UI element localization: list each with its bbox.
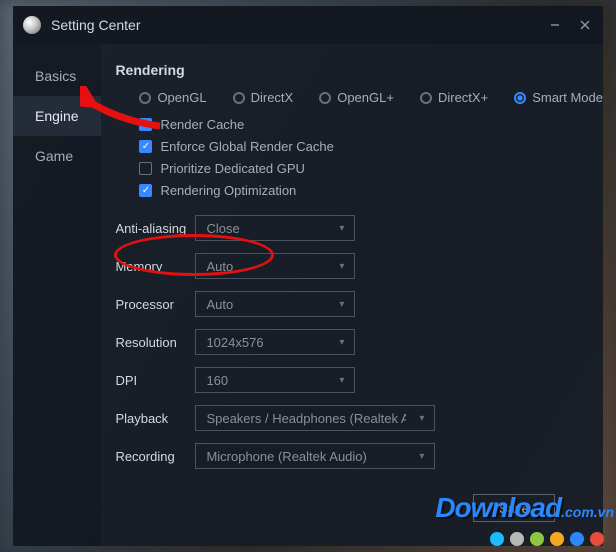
processor-label: Processor bbox=[115, 297, 195, 312]
save-label: Save bbox=[499, 501, 529, 516]
sidebar-item-label: Engine bbox=[35, 108, 79, 124]
settings-window: Setting Center Basics Engine Game Render… bbox=[13, 6, 603, 546]
close-button[interactable] bbox=[577, 17, 593, 33]
rendering-mode-radios: OpenGL DirectX OpenGL+ DirectX+ Smart Mo… bbox=[115, 90, 603, 105]
radio-icon bbox=[233, 92, 245, 104]
sidebar-item-game[interactable]: Game bbox=[13, 136, 101, 176]
processor-select[interactable]: Auto bbox=[195, 291, 355, 317]
dot-icon bbox=[530, 532, 544, 546]
dot-icon bbox=[490, 532, 504, 546]
playback-label: Playback bbox=[115, 411, 195, 426]
check-icon: ✓ bbox=[139, 140, 152, 153]
select-value: Close bbox=[206, 221, 239, 236]
check-prioritize-gpu[interactable]: Prioritize Dedicated GPU bbox=[139, 157, 603, 179]
radio-label: Smart Mode bbox=[532, 90, 603, 105]
sidebar-item-basics[interactable]: Basics bbox=[13, 56, 101, 96]
app-icon bbox=[23, 16, 41, 34]
radio-icon bbox=[319, 92, 331, 104]
dpi-select[interactable]: 160 bbox=[195, 367, 355, 393]
minimize-button[interactable] bbox=[547, 17, 563, 33]
recording-select[interactable]: Microphone (Realtek Audio) bbox=[195, 443, 435, 469]
radio-label: OpenGL+ bbox=[337, 90, 394, 105]
select-value: 160 bbox=[206, 373, 228, 388]
radio-label: DirectX bbox=[251, 90, 294, 105]
radio-label: DirectX+ bbox=[438, 90, 488, 105]
recording-label: Recording bbox=[115, 449, 195, 464]
resolution-select[interactable]: 1024x576 bbox=[195, 329, 355, 355]
memory-label: Memory bbox=[115, 259, 195, 274]
select-value: Auto bbox=[206, 259, 233, 274]
radio-icon bbox=[139, 92, 151, 104]
dot-icon bbox=[510, 532, 524, 546]
titlebar: Setting Center bbox=[13, 6, 603, 44]
memory-select[interactable]: Auto bbox=[195, 253, 355, 279]
check-label: Rendering Optimization bbox=[160, 183, 296, 198]
sidebar-item-label: Game bbox=[35, 148, 73, 164]
main-panel: Rendering OpenGL DirectX OpenGL+ DirectX… bbox=[101, 44, 603, 546]
radio-directx-plus[interactable]: DirectX+ bbox=[420, 90, 488, 105]
radio-icon bbox=[420, 92, 432, 104]
rendering-title: Rendering bbox=[115, 62, 603, 78]
select-value: Auto bbox=[206, 297, 233, 312]
check-label: Render Cache bbox=[160, 117, 244, 132]
check-render-cache[interactable]: ✓ Render Cache bbox=[139, 113, 603, 135]
check-label: Prioritize Dedicated GPU bbox=[160, 161, 305, 176]
sidebar: Basics Engine Game bbox=[13, 44, 101, 546]
radio-opengl-plus[interactable]: OpenGL+ bbox=[319, 90, 394, 105]
radio-opengl[interactable]: OpenGL bbox=[139, 90, 206, 105]
check-label: Enforce Global Render Cache bbox=[160, 139, 333, 154]
check-icon: ✓ bbox=[139, 184, 152, 197]
save-button[interactable]: Save bbox=[473, 494, 555, 522]
window-title: Setting Center bbox=[51, 17, 547, 33]
resolution-label: Resolution bbox=[115, 335, 195, 350]
antialiasing-select[interactable]: Close bbox=[195, 215, 355, 241]
check-icon bbox=[139, 162, 152, 175]
radio-label: OpenGL bbox=[157, 90, 206, 105]
dot-icon bbox=[570, 532, 584, 546]
radio-icon bbox=[514, 92, 526, 104]
radio-directx[interactable]: DirectX bbox=[233, 90, 294, 105]
dots-row bbox=[490, 532, 604, 546]
check-icon: ✓ bbox=[139, 118, 152, 131]
select-value: Microphone (Realtek Audio) bbox=[206, 449, 366, 464]
dpi-label: DPI bbox=[115, 373, 195, 388]
dot-icon bbox=[590, 532, 604, 546]
antialiasing-label: Anti-aliasing bbox=[115, 221, 195, 236]
check-enforce-global[interactable]: ✓ Enforce Global Render Cache bbox=[139, 135, 603, 157]
dot-icon bbox=[550, 532, 564, 546]
select-value: 1024x576 bbox=[206, 335, 263, 350]
rendering-checks: ✓ Render Cache ✓ Enforce Global Render C… bbox=[115, 113, 603, 201]
playback-select[interactable]: Speakers / Headphones (Realtek Audio) bbox=[195, 405, 435, 431]
sidebar-item-engine[interactable]: Engine bbox=[13, 96, 101, 136]
radio-smart-mode[interactable]: Smart Mode bbox=[514, 90, 603, 105]
select-value: Speakers / Headphones (Realtek Audio) bbox=[206, 411, 406, 426]
sidebar-item-label: Basics bbox=[35, 68, 76, 84]
check-rendering-optimization[interactable]: ✓ Rendering Optimization bbox=[139, 179, 603, 201]
